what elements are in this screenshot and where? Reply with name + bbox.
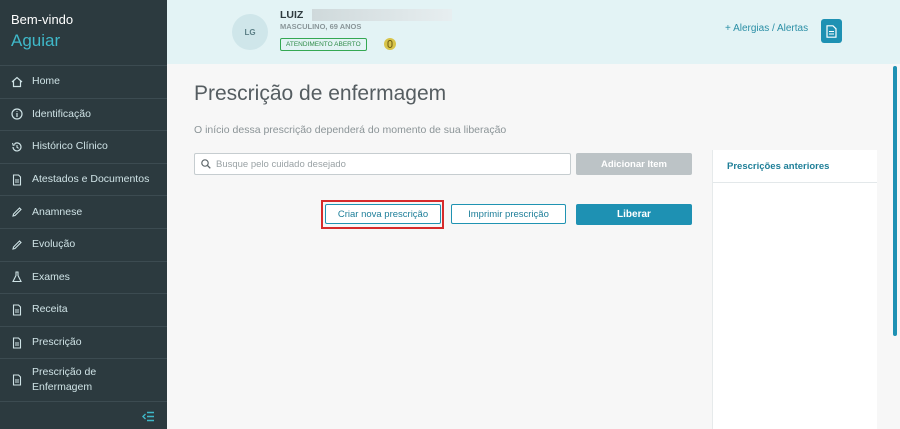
collapse-menu-icon[interactable] [142,411,155,422]
sidebar-item-prescricao-enfermagem[interactable]: Prescrição de Enfermagem [0,358,167,403]
sidebar-item-label: Anamnese [32,205,83,218]
patient-header: LG LUIZ MASCULINO, 69 ANOS ATENDIMENTO A… [167,0,900,64]
sidebar-item-label: Histórico Clínico [32,140,108,153]
document-icon [10,173,24,187]
scrollbar[interactable] [893,66,897,336]
page-subtitle: O início dessa prescrição dependerá do m… [194,124,507,136]
add-item-button[interactable]: Adicionar Item [576,153,692,175]
alerts-link[interactable]: + Alergias / Alertas [725,23,808,34]
home-icon [10,75,24,89]
search-input[interactable] [216,158,556,170]
sidebar-item-historico[interactable]: Histórico Clínico [0,130,167,163]
sidebar-item-exames[interactable]: Exames [0,260,167,294]
sidebar-item-label: Evolução [32,238,76,251]
avatar: LG [232,14,268,50]
document-icon [10,303,24,317]
release-button[interactable]: Liberar [576,204,692,225]
user-name: Aguiar [11,31,61,50]
sidebar-item-anamnese[interactable]: Anamnese [0,195,167,228]
sidebar-item-label: Prescrição [32,336,82,349]
sidebar-item-home[interactable]: Home [0,65,167,98]
sidebar-item-label: Home [32,75,61,88]
document-icon [10,373,24,387]
create-prescription-button[interactable]: Criar nova prescrição [325,204,441,224]
sidebar-item-identificacao[interactable]: Identificação [0,97,167,131]
welcome-text: Bem-vindo [11,12,74,27]
sidebar-item-label: Identificação [32,107,91,120]
sidebar-item-atestados[interactable]: Atestados e Documentos [0,162,167,196]
search-icon [201,159,211,169]
search-box[interactable] [194,153,571,175]
patient-name-redacted [312,9,452,21]
allergy-alert-icon[interactable] [384,38,396,50]
print-prescription-button[interactable]: Imprimir prescrição [451,204,566,224]
sidebar-item-label: Receita [32,303,68,316]
patient-info: MASCULINO, 69 ANOS [280,22,362,31]
sidebar-menu: Home Identificação Histórico Clínico Ate… [0,65,167,403]
sidebar-item-evolucao[interactable]: Evolução [0,227,167,261]
sidebar: Bem-vindo Aguiar Home Identificação Hist… [0,0,167,429]
info-icon [10,107,24,121]
document-icon [826,24,837,38]
status-badge: ATENDIMENTO ABERTO [280,38,367,51]
page-title: Prescrição de enfermagem [194,82,447,105]
pencil-icon [10,238,24,252]
sidebar-item-label: Atestados e Documentos [32,173,150,186]
document-icon [10,336,24,350]
sidebar-item-label: Exames [32,270,70,283]
sidebar-item-prescricao[interactable]: Prescrição [0,325,167,359]
sidebar-item-receita[interactable]: Receita [0,293,167,326]
previous-prescriptions-title[interactable]: Prescrições anteriores [713,150,877,183]
main-content: Prescrição de enfermagem O início dessa … [167,64,900,429]
patient-name: LUIZ [280,9,304,21]
document-button[interactable] [821,19,842,43]
pencil-icon [10,205,24,219]
sidebar-item-label: Prescrição de Enfermagem [32,366,97,394]
flask-icon [10,270,24,284]
history-icon [10,140,24,154]
previous-prescriptions-panel: Prescrições anteriores [712,150,877,429]
